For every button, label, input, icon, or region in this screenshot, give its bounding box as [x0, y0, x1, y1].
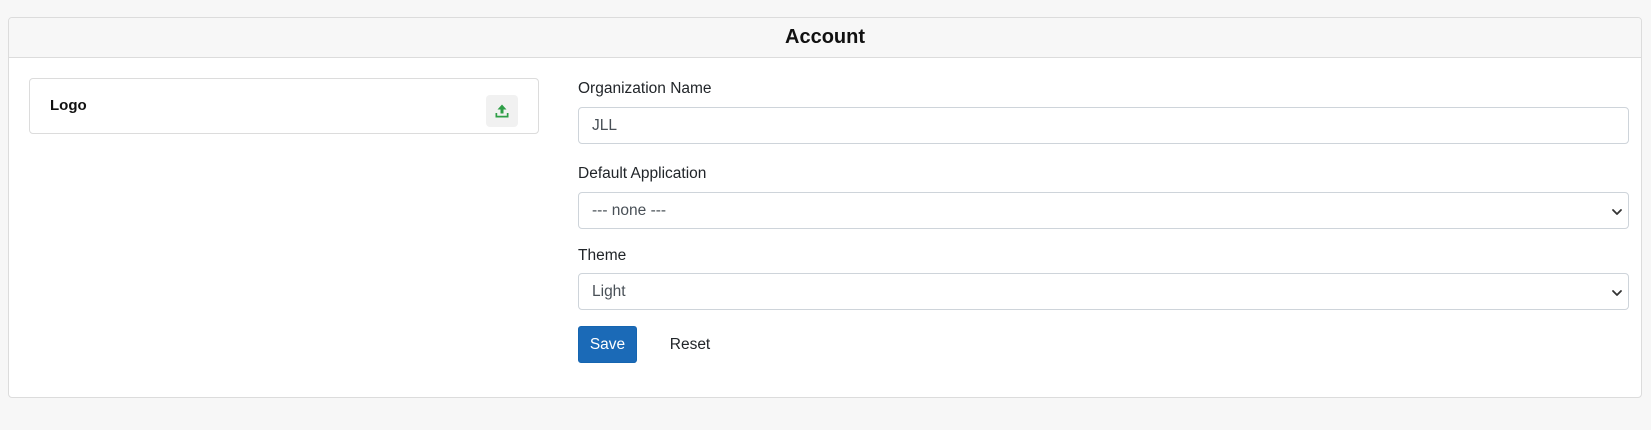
- account-card: Account Logo Organization Name Default A…: [8, 17, 1642, 398]
- page-title: Account: [785, 26, 865, 48]
- upload-logo-button[interactable]: [486, 95, 518, 127]
- theme-value: Light: [592, 282, 626, 300]
- organization-name-input[interactable]: [578, 107, 1629, 144]
- reset-button[interactable]: Reset: [655, 326, 725, 363]
- organization-name-label: Organization Name: [578, 80, 712, 97]
- chevron-down-icon: [1612, 290, 1622, 296]
- default-application-select[interactable]: --- none ---: [578, 192, 1629, 229]
- card-header: Account: [9, 18, 1641, 58]
- upload-icon: [495, 104, 509, 118]
- default-application-label: Default Application: [578, 165, 707, 182]
- chevron-down-icon: [1612, 209, 1622, 215]
- theme-label: Theme: [578, 247, 627, 264]
- logo-label: Logo: [50, 97, 87, 114]
- save-button[interactable]: Save: [578, 326, 637, 363]
- logo-panel: Logo: [29, 78, 539, 134]
- default-application-value: --- none ---: [592, 201, 667, 219]
- card-body: Logo Organization Name Default Applicati…: [9, 58, 1641, 397]
- theme-select[interactable]: Light: [578, 273, 1629, 310]
